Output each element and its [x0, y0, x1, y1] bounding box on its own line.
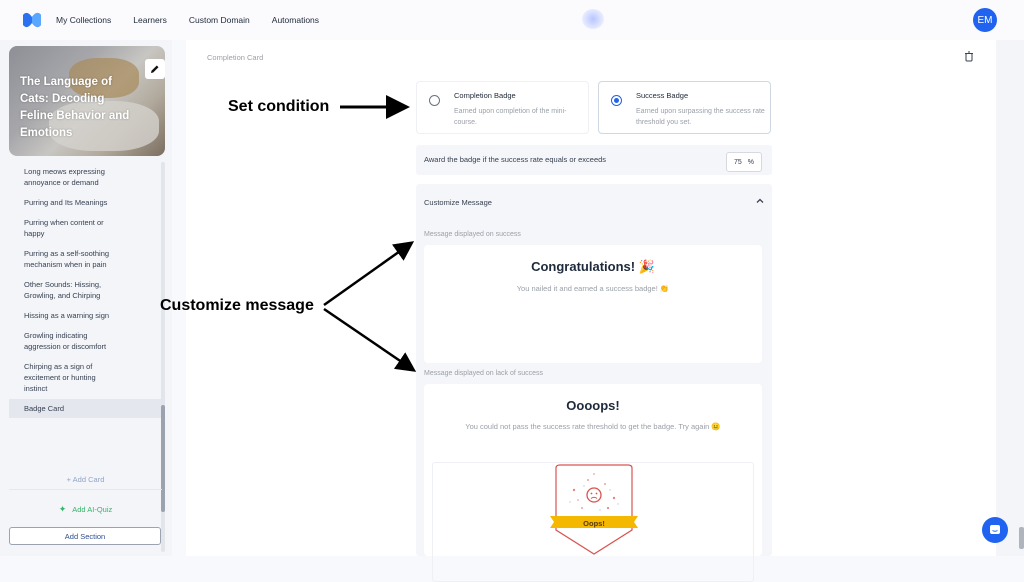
threshold-label: Award the badge if the success rate equa… — [424, 155, 607, 164]
outline-item[interactable]: Hissing as a warning sign — [9, 310, 119, 321]
course-cover: The Language of Cats: Decoding Feline Be… — [9, 46, 165, 156]
success-badge-radio[interactable] — [611, 95, 622, 106]
top-bar: My Collections Learners Custom Domain Au… — [0, 0, 1024, 40]
annotation-customize-message: Customize message — [160, 297, 314, 314]
chevron-up-icon[interactable] — [756, 197, 764, 205]
customize-message-header[interactable]: Customize Message — [424, 198, 492, 207]
success-message-editor[interactable]: Congratulations! 🎉 You nailed it and ear… — [424, 245, 762, 363]
chat-icon — [990, 525, 1000, 534]
success-text: You nailed it and earned a success badge… — [516, 284, 670, 293]
trash-icon[interactable] — [964, 51, 974, 62]
outline-item[interactable]: Purring as a self-soothing mechanism whe… — [9, 248, 119, 270]
course-outline: Long meows expressing annoyance or deman… — [9, 166, 162, 427]
success-title: Congratulations! 🎉 — [531, 259, 655, 274]
right-gutter — [996, 40, 1024, 556]
outline-item[interactable]: Purring when content or happy — [9, 217, 119, 239]
course-title: The Language of Cats: Decoding Feline Be… — [20, 76, 130, 139]
completion-badge-radio[interactable] — [429, 95, 440, 106]
outline-item[interactable]: Growling indicating aggression or discom… — [9, 330, 119, 352]
nav-learners[interactable]: Learners — [133, 15, 167, 25]
outline-item[interactable]: Purring and Its Meanings — [9, 197, 119, 208]
sidebar-scrollbar-thumb[interactable] — [161, 405, 165, 512]
customize-message-panel: Customize Message Message displayed on s… — [416, 184, 772, 582]
outline-item[interactable]: Chirping as a sign of excitement or hunt… — [9, 361, 119, 394]
page-scrollbar-thumb[interactable] — [1019, 527, 1024, 549]
add-ai-quiz-label: Add AI-Quiz — [72, 504, 113, 514]
annotation-set-condition: Set condition — [228, 98, 330, 115]
threshold-value: 75 — [733, 158, 742, 166]
success-badge-option[interactable]: Success Badge Earned upon surpassing the… — [598, 81, 771, 134]
option-title: Completion Badge — [454, 91, 516, 100]
edit-cover-button[interactable] — [145, 59, 165, 79]
pencil-icon — [151, 65, 159, 73]
fail-title: Oooops! — [566, 398, 620, 413]
outline-item[interactable]: Other Sounds: Hissing, Growling, and Chi… — [9, 279, 119, 301]
nav-custom-domain[interactable]: Custom Domain — [189, 15, 250, 25]
completion-badge-option[interactable]: Completion Badge Earned upon completion … — [416, 81, 589, 134]
outline-item-badge-card[interactable]: Badge Card — [9, 399, 162, 418]
add-ai-quiz-button[interactable]: ✦ Add AI-Quiz — [9, 498, 162, 520]
success-message-label: Message displayed on success — [424, 231, 521, 238]
chat-support-button[interactable] — [982, 517, 1008, 543]
badge-preview: Oops! — [432, 462, 754, 582]
nav-my-collections[interactable]: My Collections — [56, 15, 111, 25]
add-card-button[interactable]: + Add Card — [9, 470, 162, 490]
card-type-label: Completion Card — [207, 53, 264, 62]
fail-text: You could not pass the success rate thre… — [465, 422, 721, 431]
badge-ribbon-text: Oops! — [583, 519, 605, 528]
sparkle-icon: ✦ — [58, 503, 67, 514]
main-nav: My Collections Learners Custom Domain Au… — [56, 0, 341, 40]
threshold-row: Award the badge if the success rate equa… — [416, 145, 772, 175]
fail-message-label: Message displayed on lack of success — [424, 370, 544, 377]
nav-automations[interactable]: Automations — [272, 15, 319, 25]
threshold-input[interactable]: 75 % — [726, 152, 762, 172]
fail-message-editor[interactable]: Oooops! You could not pass the success r… — [424, 384, 762, 582]
user-avatar[interactable]: EM — [973, 8, 997, 32]
option-title: Success Badge — [636, 91, 689, 100]
app-logo-icon[interactable] — [21, 9, 43, 31]
outline-item[interactable]: Long meows expressing annoyance or deman… — [9, 166, 119, 188]
option-description: Earned upon surpassing the success rate … — [636, 108, 765, 126]
threshold-unit: % — [747, 158, 755, 166]
option-description: Earned upon completion of the mini-cours… — [454, 108, 567, 126]
oops-badge-icon — [550, 464, 638, 555]
loading-indicator — [582, 9, 604, 29]
add-section-button[interactable]: Add Section — [9, 527, 161, 545]
